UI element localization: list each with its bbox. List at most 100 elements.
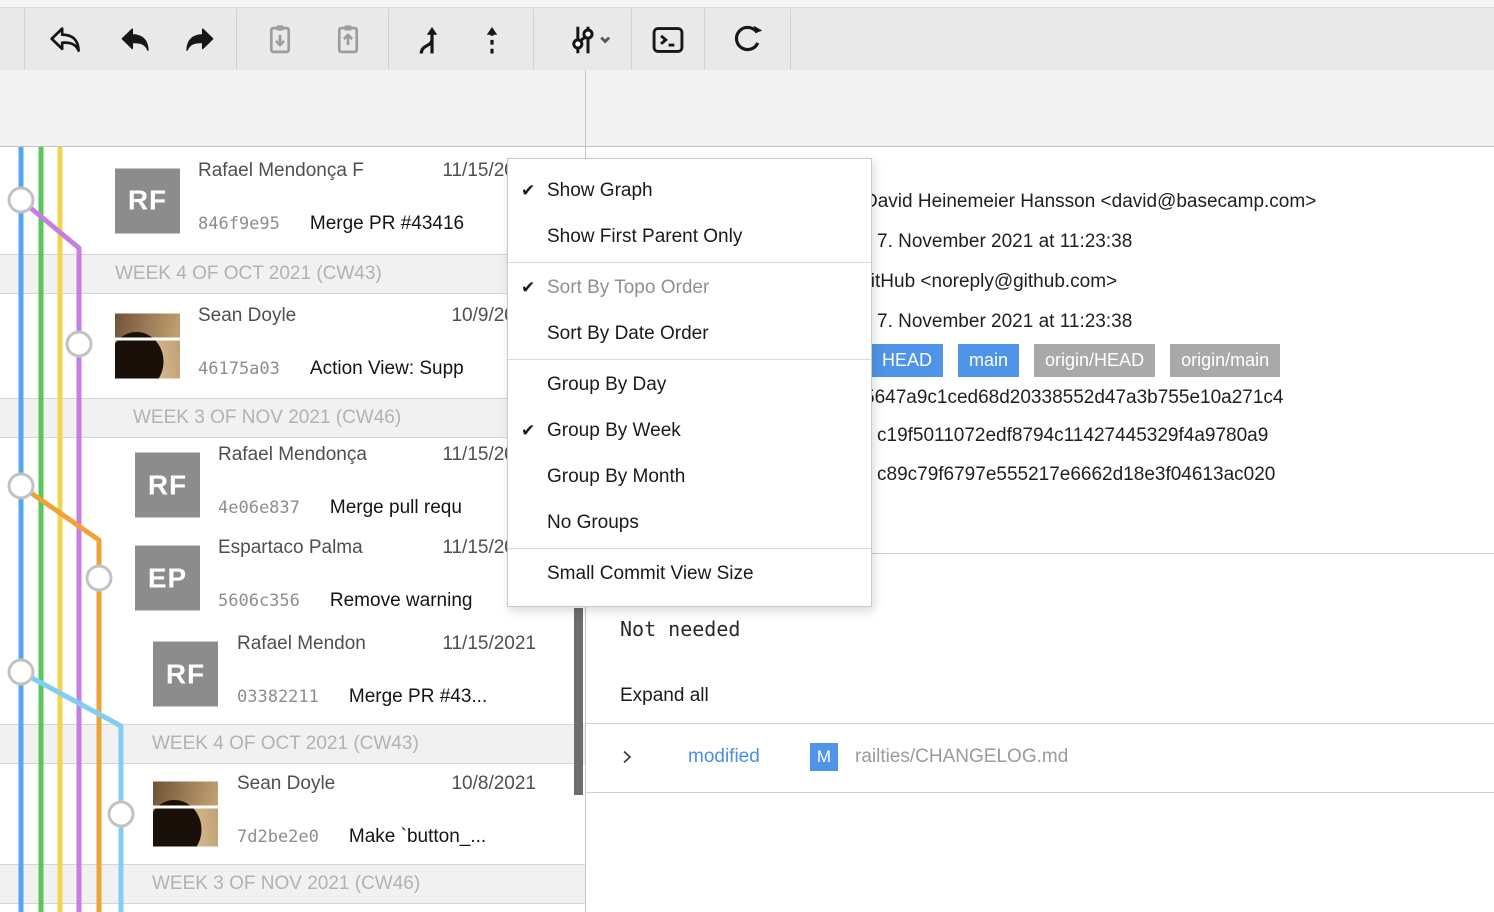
ref-badge-head[interactable]: HEAD: [871, 344, 943, 377]
menu-item-no-groups[interactable]: No Groups: [508, 500, 871, 546]
commit-author-line: David Heinemeier Hansson <david@basecamp…: [864, 189, 1316, 215]
commit-message: Remove warning: [330, 590, 473, 611]
avatar-initials: RF: [135, 453, 200, 518]
week-separator: WEEK 4 OF OCT 2021 (CW43): [0, 724, 585, 764]
toolbar: [0, 0, 1494, 71]
menu-item-sort-by-topo-order[interactable]: ✔ Sort By Topo Order: [508, 265, 871, 311]
redo-button[interactable]: [172, 9, 228, 70]
stash-button[interactable]: [252, 9, 308, 70]
menu-divider: [508, 262, 871, 263]
refs-row: HEAD main origin/HEAD origin/main: [871, 344, 1280, 377]
toolbar-top-strip: [0, 0, 1494, 8]
ref-badge-origin-main[interactable]: origin/main: [1170, 344, 1280, 377]
share-button[interactable]: [37, 9, 93, 70]
terminal-button[interactable]: [640, 9, 696, 70]
ref-badge-main[interactable]: main: [958, 344, 1019, 377]
commit-message: Merge PR #43416: [310, 213, 464, 234]
unstash-icon: [329, 21, 367, 59]
commit-row[interactable]: RF Rafael Mendonça F 11/15/2021 846f9e95…: [0, 147, 585, 254]
pull-button[interactable]: [398, 9, 454, 70]
toolbar-separator: [631, 9, 632, 70]
toolbar-separator: [790, 9, 791, 70]
section-divider: [586, 792, 1494, 793]
avatar-initials: EP: [135, 546, 200, 611]
commit-hash: 5606c356: [218, 591, 300, 611]
menu-item-group-by-week[interactable]: ✔ Group By Week: [508, 408, 871, 454]
file-status-label: modified: [688, 744, 760, 770]
share-icon: [46, 21, 84, 59]
menu-item-show-graph[interactable]: ✔ Show Graph: [508, 168, 871, 214]
branch-options-icon: [563, 21, 613, 59]
menu-item-show-first-parent-only[interactable]: Show First Parent Only: [508, 214, 871, 260]
rebase-button[interactable]: [464, 9, 520, 70]
commit-message: Make `button_...: [349, 826, 486, 847]
menu-item-sort-by-date-order[interactable]: Sort By Date Order: [508, 311, 871, 357]
checkmark-icon: ✔: [521, 278, 547, 298]
avatar-initials: RF: [115, 168, 180, 233]
week-separator-label: WEEK 4 OF OCT 2021 (CW43): [115, 255, 382, 293]
avatar-photo: [115, 314, 180, 379]
week-separator: WEEK 3 OF NOV 2021 (CW46): [0, 864, 585, 904]
commit-row[interactable]: Sean Doyle 10/9/2021 46175a03Action View…: [0, 294, 585, 398]
commit-author: Rafael Mendon: [237, 631, 366, 657]
commit-list-options-menu: ✔ Show Graph Show First Parent Only ✔ So…: [507, 158, 872, 607]
commit-hash: 03382211: [237, 687, 319, 707]
chevron-right-icon: [619, 749, 635, 770]
toolbar-separator: [236, 9, 237, 70]
week-separator-label: WEEK 3 OF NOV 2021 (CW46): [152, 865, 420, 903]
commit-list-panel: RF Rafael Mendonça F 11/15/2021 846f9e95…: [0, 147, 585, 912]
menu-divider: [508, 548, 871, 549]
commit-author: Sean Doyle: [198, 303, 296, 329]
menu-item-small-commit-view-size[interactable]: Small Commit View Size: [508, 551, 871, 597]
commit-author: Espartaco Palma: [218, 535, 363, 561]
parent-hash: c19f5011072edf8794c11427445329f4a9780a9: [877, 423, 1268, 449]
checkmark-icon: ✔: [521, 181, 547, 201]
commit-hash: 4e06e837: [218, 498, 300, 518]
refresh-button[interactable]: [719, 9, 775, 70]
commit-date: 11/15/2021: [442, 631, 536, 657]
undo-button[interactable]: [107, 9, 163, 70]
commit-message: Merge PR #43...: [349, 686, 487, 707]
commit-author: Rafael Mendonça F: [198, 158, 364, 184]
undo-icon: [117, 22, 153, 58]
pull-merge-icon: [407, 21, 445, 59]
unstash-button[interactable]: [320, 9, 376, 70]
commit-list-scrollbar[interactable]: [574, 608, 583, 795]
file-path-label: railties/CHANGELOG.md: [855, 744, 1068, 770]
stash-icon: [261, 21, 299, 59]
commit-hash: 46175a03: [198, 359, 280, 379]
commit-row[interactable]: RF Rafael Mendonça 11/15/2021 4e06e837Me…: [0, 438, 585, 532]
week-separator: WEEK 4 OF OCT 2021 (CW43): [0, 254, 585, 294]
commit-row[interactable]: RF Rafael Mendon 11/15/2021 03382211 Merg…: [0, 624, 585, 724]
avatar-initials: RF: [153, 642, 218, 707]
menu-item-group-by-month[interactable]: Group By Month: [508, 454, 871, 500]
toolbar-separator: [533, 9, 534, 70]
file-modified-badge: M: [810, 743, 838, 771]
expand-all-link[interactable]: Expand all: [620, 683, 709, 709]
refresh-icon: [728, 21, 766, 59]
commit-row[interactable]: EP Espartaco Palma 11/15/2021 5606c356Re…: [0, 532, 585, 624]
rebase-icon: [473, 21, 511, 59]
commit-message-body: Not needed: [620, 615, 740, 643]
week-separator-label: WEEK 4 OF OCT 2021 (CW43): [152, 725, 419, 763]
commit-date: 10/8/2021: [451, 771, 536, 797]
checkmark-icon: ✔: [521, 421, 547, 441]
week-separator: WEEK 3 OF NOV 2021 (CW46): [0, 398, 585, 438]
menu-divider: [508, 359, 871, 360]
avatar-photo: [153, 782, 218, 847]
commit-date-line: 7. November 2021 at 11:23:38: [877, 309, 1132, 335]
toolbar-separator: [24, 9, 25, 70]
terminal-icon: [649, 21, 687, 59]
commit-full-hash: 5647a9c1ced68d20338552d47a3b755e10a271c4: [864, 385, 1283, 411]
menu-item-group-by-day[interactable]: Group By Day: [508, 362, 871, 408]
commit-hash: 7d2be2e0: [237, 827, 319, 847]
ref-badge-origin-head[interactable]: origin/HEAD: [1034, 344, 1155, 377]
commit-message: Action View: Supp: [310, 358, 464, 379]
commit-row[interactable]: Sean Doyle 10/8/2021 7d2be2e0 Make `butto…: [0, 764, 585, 864]
redo-icon: [182, 22, 218, 58]
toolbar-separator: [704, 9, 705, 70]
commit-author: Rafael Mendonça: [218, 442, 367, 468]
branch-header-bar: All Branches, Remotes, Tags 5647a9c1: [0, 70, 1494, 147]
branch-options-button[interactable]: [555, 9, 621, 70]
commit-author: Sean Doyle: [237, 771, 335, 797]
